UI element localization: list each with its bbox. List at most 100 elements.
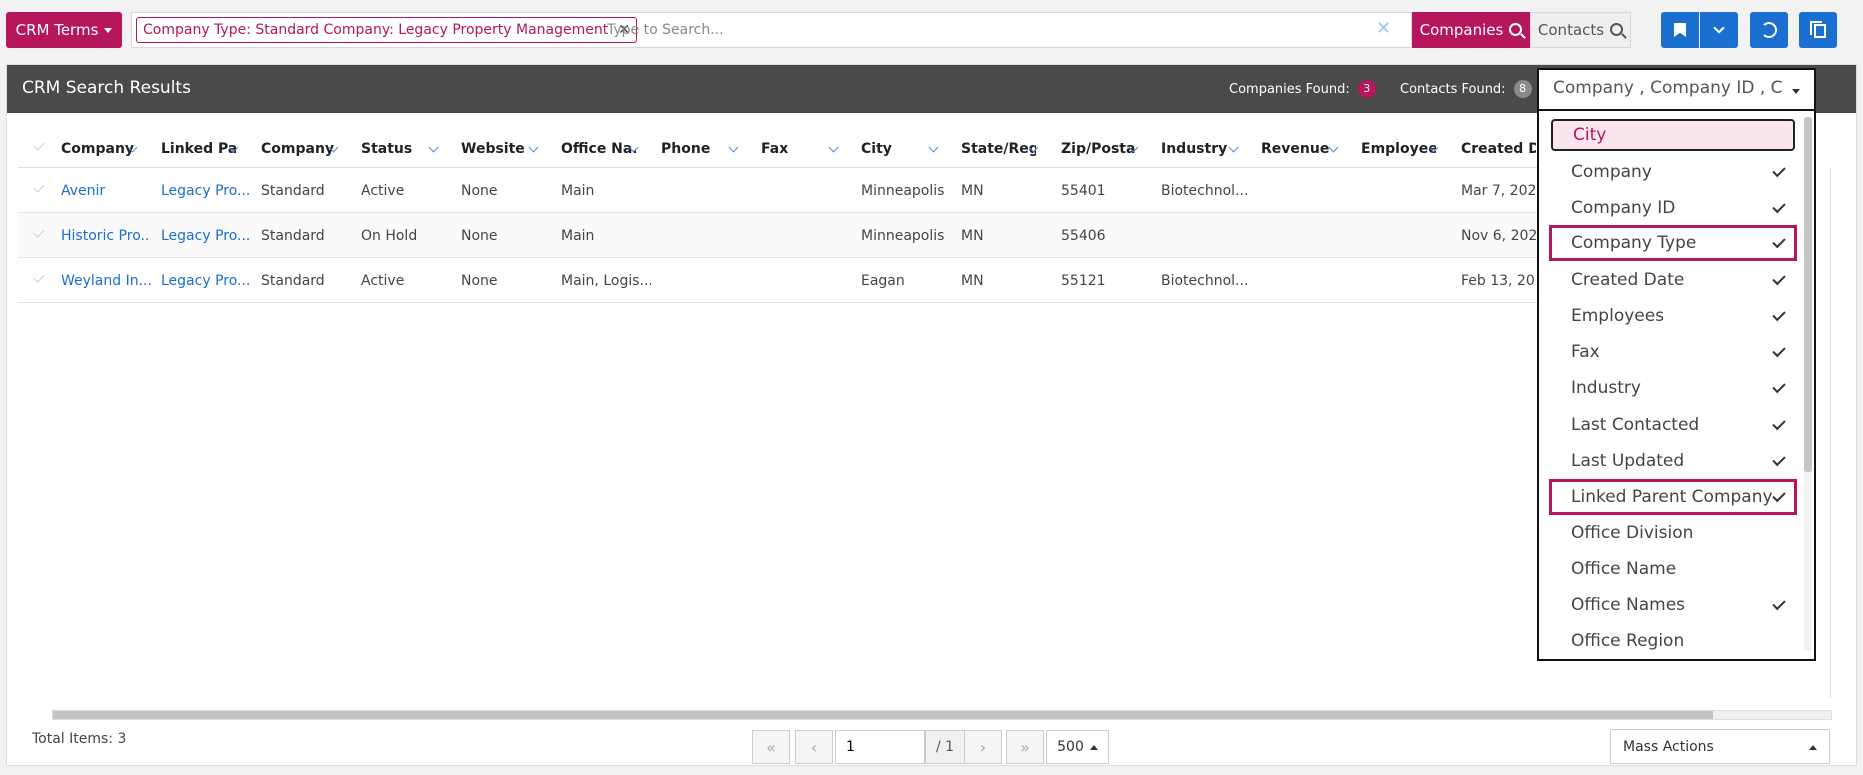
column-option-last-updated[interactable]: Last Updated: [1551, 445, 1795, 477]
check-icon: [1772, 343, 1786, 358]
column-option-company-id[interactable]: Company ID: [1551, 192, 1795, 224]
first-page-button[interactable]: «: [752, 730, 790, 764]
table-vertical-scrollbar[interactable]: [1830, 168, 1838, 698]
prev-page-button[interactable]: ‹: [795, 730, 833, 764]
column-header[interactable]: Linked Par...: [161, 130, 236, 168]
search-companies-button[interactable]: Companies: [1412, 12, 1530, 48]
linked-parent-link[interactable]: Legacy Pro...: [161, 213, 251, 258]
table-cell: Biotechnol...: [1161, 182, 1249, 199]
check-icon: [1772, 596, 1786, 611]
page-size-select[interactable]: 500: [1046, 730, 1109, 764]
bookmark-button[interactable]: [1661, 12, 1699, 48]
table-cell: MN: [961, 182, 984, 199]
column-header[interactable]: Company: [261, 130, 336, 168]
column-option-employees[interactable]: Employees: [1551, 300, 1795, 332]
crm-terms-button[interactable]: CRM Terms: [6, 12, 122, 48]
table-cell: [1361, 213, 1451, 258]
last-page-button[interactable]: »: [1006, 730, 1044, 764]
table-cell: Main: [561, 227, 595, 244]
column-option-fax[interactable]: Fax: [1551, 336, 1795, 368]
column-option-office-name[interactable]: Office Name: [1551, 553, 1795, 585]
company-link[interactable]: Weyland In...: [61, 258, 151, 303]
column-header[interactable]: City: [861, 130, 936, 168]
column-option-city[interactable]: City: [1551, 119, 1795, 151]
scrollbar-thumb[interactable]: [1804, 117, 1812, 472]
table-cell: 55401: [1061, 182, 1106, 199]
next-page-button[interactable]: ›: [964, 730, 1002, 764]
select-all-checkbox[interactable]: [33, 139, 45, 151]
search-contacts-button[interactable]: Contacts: [1530, 12, 1631, 48]
row-checkbox[interactable]: [33, 181, 45, 193]
table-row[interactable]: Historic Pro... Legacy Pro... Standard O…: [18, 213, 1538, 258]
column-header[interactable]: Created D...: [1461, 130, 1536, 168]
table-cell: 55406: [1061, 227, 1106, 244]
contacts-found: Contacts Found: 8: [1400, 80, 1532, 98]
linked-parent-link[interactable]: Legacy Pro...: [161, 258, 251, 303]
column-header[interactable]: Fax: [761, 130, 836, 168]
mass-actions-select[interactable]: Mass Actions: [1610, 729, 1830, 764]
history-button[interactable]: [1750, 12, 1788, 48]
companies-found-label: Companies Found:: [1229, 81, 1350, 97]
column-header[interactable]: Status: [361, 130, 436, 168]
column-header[interactable]: Phone: [661, 130, 736, 168]
top-toolbar: CRM Terms Company Type: Standard Company…: [0, 0, 1863, 62]
column-option-company[interactable]: Company: [1551, 156, 1795, 188]
total-items: Total Items: 3: [32, 731, 127, 747]
column-option-office-division[interactable]: Office Division: [1551, 517, 1795, 549]
table-cell: Standard: [261, 182, 325, 199]
bookmark-menu-button[interactable]: [1700, 12, 1738, 48]
linked-parent-link[interactable]: Legacy Pro...: [161, 168, 251, 213]
table-cell: None: [461, 182, 498, 199]
clear-search-icon[interactable]: ✕: [1376, 18, 1391, 39]
mass-actions-label: Mass Actions: [1623, 738, 1714, 755]
column-header[interactable]: State/Regi...: [961, 130, 1036, 168]
column-selector[interactable]: Company , Company ID , Company Type: [1537, 68, 1816, 111]
copy-icon: [1809, 21, 1826, 38]
column-header[interactable]: Revenue: [1261, 130, 1336, 168]
table-cell: Main: [561, 182, 595, 199]
column-header[interactable]: Website: [461, 130, 536, 168]
dropdown-scrollbar[interactable]: [1804, 117, 1812, 651]
row-checkbox[interactable]: [33, 226, 45, 238]
column-option-office-region[interactable]: Office Region: [1551, 625, 1795, 657]
column-header[interactable]: Zip/Postal: [1061, 130, 1136, 168]
scrollbar-thumb[interactable]: [53, 711, 1713, 719]
table-cell: MN: [961, 227, 984, 244]
check-icon: [1772, 163, 1786, 178]
column-option-last-contacted[interactable]: Last Contacted: [1551, 409, 1795, 441]
column-dropdown: City Company Company ID Company Type Cre…: [1537, 111, 1816, 661]
column-header[interactable]: Employees: [1361, 130, 1436, 168]
row-checkbox[interactable]: [33, 271, 45, 283]
table-cell: [661, 168, 751, 213]
column-header[interactable]: Office Na...: [561, 130, 636, 168]
column-option-linked-parent-company[interactable]: Linked Parent Company: [1549, 479, 1797, 515]
column-header[interactable]: Industry: [1161, 130, 1236, 168]
company-link[interactable]: Historic Pro...: [61, 213, 151, 258]
check-icon: [1772, 234, 1786, 249]
copy-button[interactable]: [1799, 12, 1837, 48]
table-row[interactable]: Weyland In... Legacy Pro... Standard Act…: [18, 258, 1538, 303]
filter-chip-label: Company Type: Standard Company: Legacy P…: [143, 22, 609, 38]
table-cell: On Hold: [361, 227, 418, 244]
column-option-company-type[interactable]: Company Type: [1549, 225, 1797, 261]
column-option-created-date[interactable]: Created Date: [1551, 264, 1795, 296]
page-size-value: 500: [1057, 739, 1084, 755]
column-option-industry[interactable]: Industry: [1551, 372, 1795, 404]
column-selector-value: Company , Company ID , Company Type: [1553, 78, 1783, 98]
table-cell: Feb 13, 2025: [1461, 272, 1536, 289]
column-option-office-names[interactable]: Office Names: [1551, 589, 1795, 621]
search-input[interactable]: [607, 19, 1307, 41]
page-number-input[interactable]: [835, 730, 925, 764]
caret-up-icon: [1809, 745, 1817, 750]
check-icon: [1772, 307, 1786, 322]
table-row[interactable]: Avenir Legacy Pro... Standard Active Non…: [18, 168, 1538, 213]
table-cell: Eagan: [861, 272, 905, 289]
horizontal-scrollbar[interactable]: [52, 710, 1832, 720]
companies-label: Companies: [1419, 21, 1504, 39]
page-title: CRM Search Results: [22, 78, 191, 98]
table-cell: MN: [961, 272, 984, 289]
table-cell: 55121: [1061, 272, 1106, 289]
search-box: Company Type: Standard Company: Legacy P…: [131, 12, 1412, 48]
company-link[interactable]: Avenir: [61, 168, 151, 213]
table-cell: [761, 213, 851, 258]
